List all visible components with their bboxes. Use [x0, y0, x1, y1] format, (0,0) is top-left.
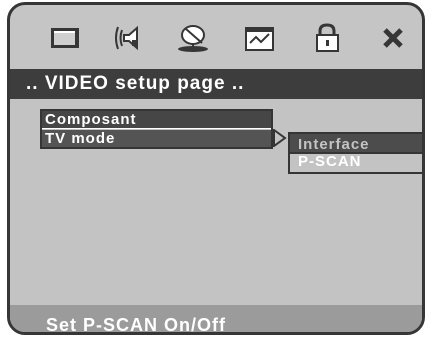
setup-window: .. VIDEO setup page .. Composant TV mode…	[7, 2, 425, 335]
padlock-icon[interactable]	[310, 23, 344, 53]
close-icon[interactable]	[376, 23, 410, 53]
monitor-icon[interactable]	[48, 23, 82, 53]
submenu-item-p-scan[interactable]: P-SCAN	[290, 154, 422, 172]
main-menu: Composant TV mode	[40, 109, 273, 149]
speaker-icon[interactable]	[110, 23, 144, 53]
submenu-item-interface[interactable]: Interface	[290, 134, 422, 154]
menu-area: Composant TV mode Interface P-SCAN	[10, 99, 422, 305]
page-title: .. VIDEO setup page ..	[10, 69, 422, 99]
sub-menu: Interface P-SCAN	[288, 132, 422, 174]
submenu-arrow-icon	[273, 128, 287, 148]
icon-toolbar	[10, 5, 422, 69]
status-bar: Set P-SCAN On/Off	[10, 305, 422, 332]
menu-item-tv-mode[interactable]: TV mode	[42, 130, 271, 147]
menu-item-composant[interactable]: Composant	[42, 111, 271, 129]
checklist-icon[interactable]	[242, 23, 276, 53]
satellite-dish-icon[interactable]	[176, 23, 210, 53]
